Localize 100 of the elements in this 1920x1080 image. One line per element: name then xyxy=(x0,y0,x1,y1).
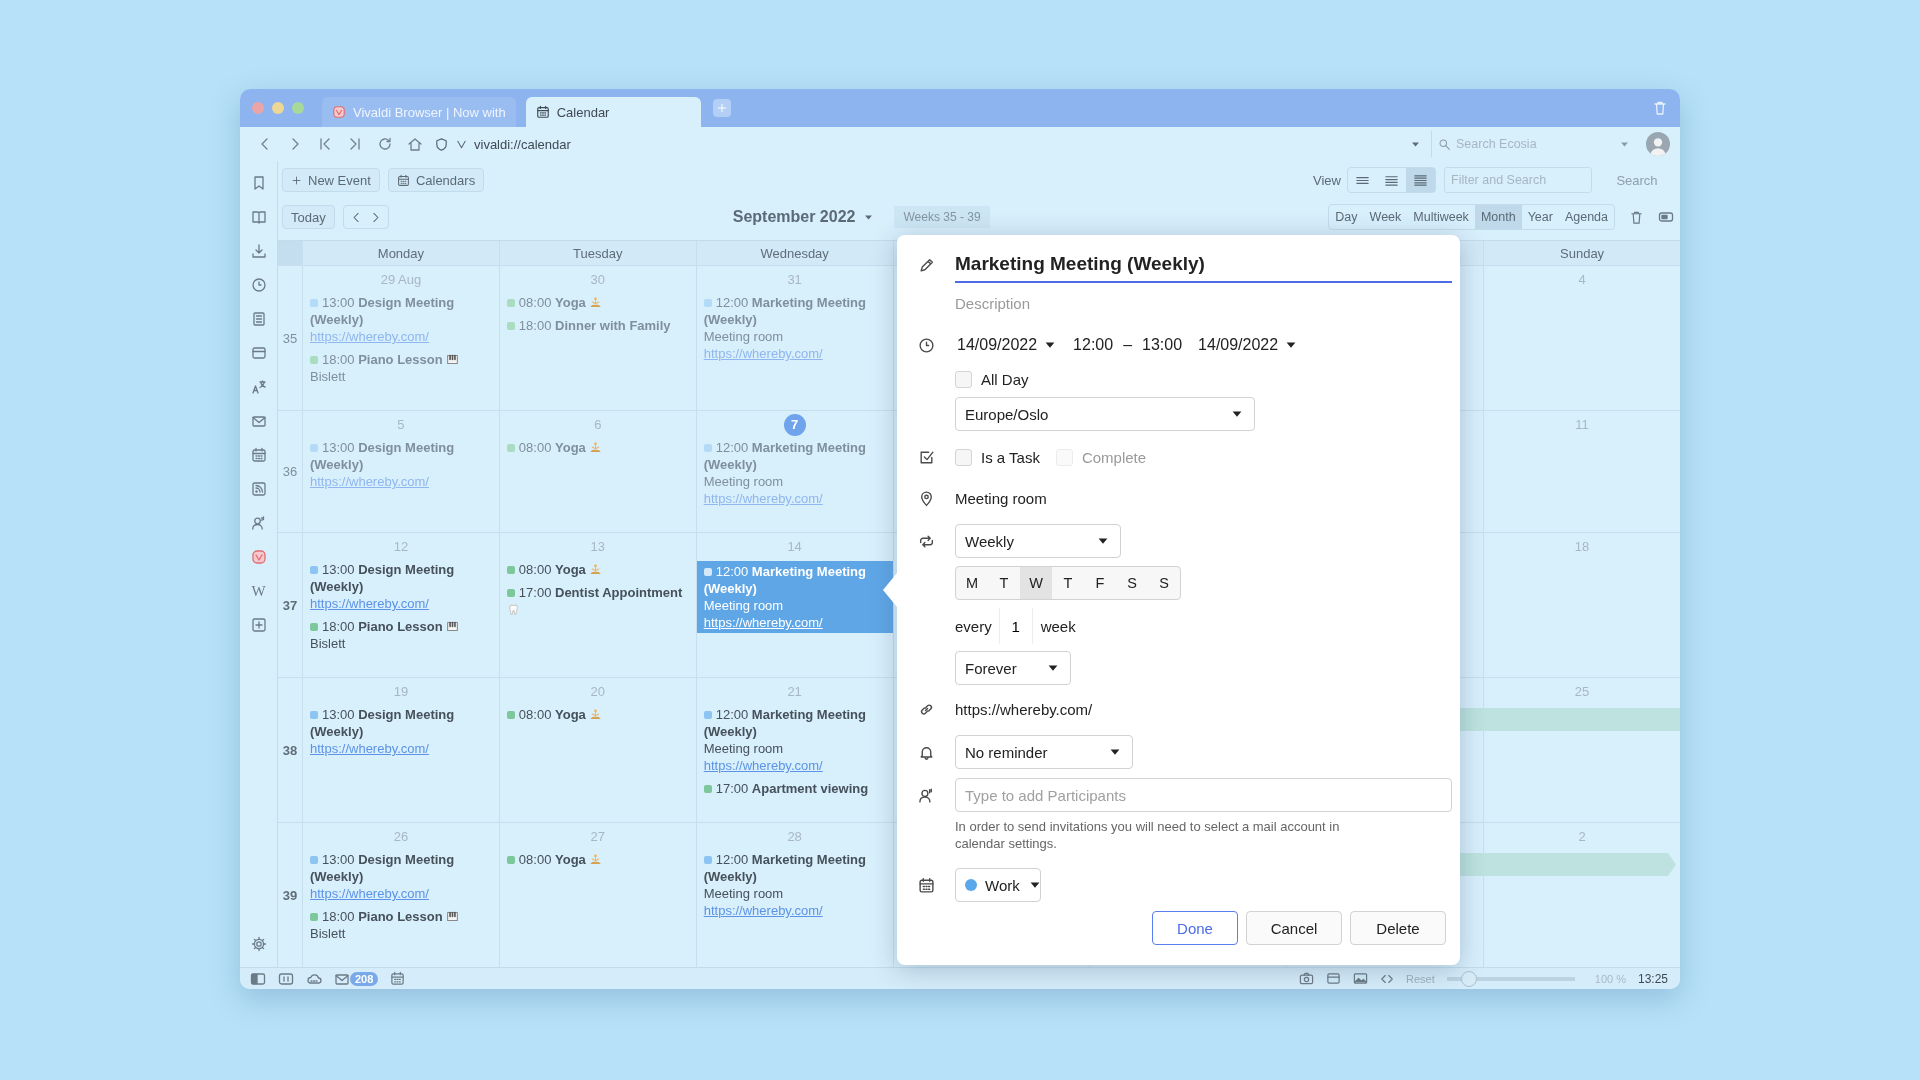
new-event-button[interactable]: New Event xyxy=(282,168,380,192)
weekday-button[interactable]: T xyxy=(988,567,1020,599)
search-field[interactable]: Search Ecosia xyxy=(1456,137,1614,151)
day-cell[interactable]: 12 13:00 Design Meeting (Weekly) https://whereby.com/ 18:00 Piano Lesson Bislett xyxy=(302,533,499,677)
settings-icon[interactable] xyxy=(250,936,267,952)
event-title[interactable]: 08:00 Yoga xyxy=(518,295,586,310)
event-title[interactable]: 18:00 Piano Lesson xyxy=(322,619,443,634)
image-icon[interactable] xyxy=(1353,971,1368,986)
weekday-button[interactable]: S xyxy=(1148,567,1180,599)
home-icon[interactable] xyxy=(407,136,423,152)
day-cell[interactable]: 21 12:00 Marketing Meeting (Weekly) Meeting room https://whereby.com/ 17:00 Apartment viewing xyxy=(695,678,893,822)
date-picker[interactable]: 14/09/2022 xyxy=(955,336,1060,354)
event-title[interactable]: 18:00 Piano Lesson xyxy=(322,909,443,924)
event-link[interactable]: https://whereby.com/ xyxy=(703,615,823,630)
event-title[interactable]: 12:00 Marketing Meeting (Weekly) xyxy=(703,294,887,328)
event-title[interactable]: 18:00 Piano Lesson xyxy=(322,352,443,367)
day-cell[interactable]: 13 08:00 Yoga 17:00 Dentist Appointment xyxy=(498,533,696,677)
event-title[interactable]: 12:00 Marketing Meeting (Weekly) xyxy=(703,706,887,740)
event-title[interactable]: 08:00 Yoga xyxy=(518,707,586,722)
dialog-button[interactable]: Done xyxy=(1152,911,1238,945)
panel-toggle-icon[interactable] xyxy=(250,970,266,987)
dialog-button[interactable]: Cancel xyxy=(1246,911,1342,945)
event-title[interactable]: 12:00 Marketing Meeting (Weekly) xyxy=(703,851,887,885)
tab[interactable]: Calendar xyxy=(525,97,701,127)
slider-thumb[interactable] xyxy=(1460,970,1477,987)
day-cell[interactable]: 31 12:00 Marketing Meeting (Weekly) Meeting room https://whereby.com/ xyxy=(695,266,893,410)
event-title[interactable]: 08:00 Yoga xyxy=(518,852,586,867)
filter-field[interactable]: Filter and Search xyxy=(1444,167,1592,193)
trash-icon[interactable] xyxy=(1652,100,1668,116)
time-field[interactable]: 12:00 xyxy=(1073,336,1114,354)
interval-field[interactable]: 1 xyxy=(998,608,1033,644)
toggle-icon[interactable] xyxy=(1658,209,1674,225)
calendars-button[interactable]: Calendars xyxy=(387,168,485,192)
timezone-select[interactable]: Europe/Oslo xyxy=(955,397,1255,431)
weekday-button[interactable]: F xyxy=(1084,567,1116,599)
weekday-button[interactable]: S xyxy=(1116,567,1148,599)
title-field[interactable]: Marketing Meeting (Weekly) xyxy=(955,247,1452,283)
range-tab[interactable]: Week xyxy=(1363,205,1408,229)
day-cell[interactable]: 7 12:00 Marketing Meeting (Weekly) Meeting room https://whereby.com/ xyxy=(695,411,893,532)
weekday-button[interactable]: T xyxy=(1052,567,1084,599)
today-button[interactable]: Today xyxy=(282,205,335,229)
weekday-button[interactable]: M xyxy=(956,567,988,599)
window-icon[interactable] xyxy=(250,345,267,361)
avatar[interactable] xyxy=(1646,132,1670,156)
camera-icon[interactable] xyxy=(1299,971,1314,986)
recurrence-select[interactable]: Weekly xyxy=(955,524,1121,558)
time-field[interactable]: 13:00 xyxy=(1142,336,1183,354)
date-picker[interactable]: 14/09/2022 xyxy=(1196,336,1301,354)
day-cell[interactable]: 6 08:00 Yoga xyxy=(498,411,696,532)
event-title[interactable]: 12:00 Marketing Meeting (Weekly) xyxy=(703,563,887,597)
participants-field[interactable]: Type to add Participants xyxy=(955,778,1452,812)
event-title[interactable]: 17:00 Apartment viewing xyxy=(715,781,869,796)
end-select[interactable]: Forever xyxy=(955,651,1071,685)
event-link[interactable]: https://whereby.com/ xyxy=(703,758,823,773)
day-cell[interactable]: 19 13:00 Design Meeting (Weekly) https://whereby.com/ xyxy=(302,678,499,822)
notes-icon[interactable] xyxy=(250,311,267,327)
event-title[interactable]: 13:00 Design Meeting (Weekly) xyxy=(310,851,493,885)
event-title[interactable]: 18:00 Dinner with Family xyxy=(518,318,671,333)
range-tab[interactable]: Day xyxy=(1329,205,1364,229)
event-title[interactable]: 13:00 Design Meeting (Weekly) xyxy=(310,439,493,473)
range-tab[interactable]: Month xyxy=(1474,205,1522,229)
month-picker[interactable]: September 2022 xyxy=(732,208,875,226)
range-tab[interactable]: Multiweek xyxy=(1407,205,1475,229)
weekday-button[interactable]: W xyxy=(1020,567,1052,599)
reload-icon[interactable] xyxy=(377,136,393,152)
logo-icon[interactable] xyxy=(250,549,267,565)
download-icon[interactable] xyxy=(250,243,267,259)
event-title[interactable]: 08:00 Yoga xyxy=(518,440,586,455)
mail-icon[interactable] xyxy=(250,413,267,429)
event-link[interactable]: https://whereby.com/ xyxy=(310,886,429,901)
event-title[interactable]: 13:00 Design Meeting (Weekly) xyxy=(310,706,493,740)
calendar-select[interactable]: Work xyxy=(955,868,1041,902)
day-cell[interactable]: 5 13:00 Design Meeting (Weekly) https://whereby.com/ xyxy=(302,411,499,532)
translate-icon[interactable] xyxy=(250,379,267,395)
trash-icon[interactable] xyxy=(1629,209,1644,225)
shield-icon[interactable] xyxy=(434,136,449,152)
feed-icon[interactable] xyxy=(250,481,267,497)
density-button[interactable] xyxy=(1406,168,1435,192)
event-link[interactable]: https://whereby.com/ xyxy=(703,903,823,918)
day-cell[interactable]: 30 08:00 Yoga 18:00 Dinner with Family xyxy=(498,266,696,410)
contacts-icon[interactable] xyxy=(250,515,267,531)
event-title[interactable]: 08:00 Yoga xyxy=(518,562,586,577)
address-field[interactable]: vivaldi://calendar xyxy=(434,131,1421,157)
event-title[interactable]: 12:00 Marketing Meeting (Weekly) xyxy=(703,439,887,473)
reminder-select[interactable]: No reminder xyxy=(955,735,1133,769)
window-icon[interactable] xyxy=(1326,971,1341,986)
checkbox[interactable] xyxy=(955,370,972,388)
range-tab[interactable]: Year xyxy=(1521,205,1559,229)
calendar-icon[interactable] xyxy=(250,447,267,463)
calendar-icon[interactable] xyxy=(390,971,406,986)
event-highlight[interactable]: 12:00 Marketing Meeting (Weekly) Meeting room https://whereby.com/ xyxy=(696,561,893,633)
event-title[interactable]: 17:00 Dentist Appointment xyxy=(518,585,683,600)
event-title[interactable]: 13:00 Design Meeting (Weekly) xyxy=(310,294,493,328)
event-link[interactable]: https://whereby.com/ xyxy=(310,596,429,611)
dialog-button[interactable]: Delete xyxy=(1350,911,1446,945)
day-cell[interactable]: 20 08:00 Yoga xyxy=(498,678,696,822)
range-tab[interactable]: Agenda xyxy=(1558,205,1614,229)
event-title[interactable]: 13:00 Design Meeting (Weekly) xyxy=(310,561,493,595)
web-panel-button[interactable]: W xyxy=(251,582,266,600)
book-icon[interactable] xyxy=(250,209,267,225)
